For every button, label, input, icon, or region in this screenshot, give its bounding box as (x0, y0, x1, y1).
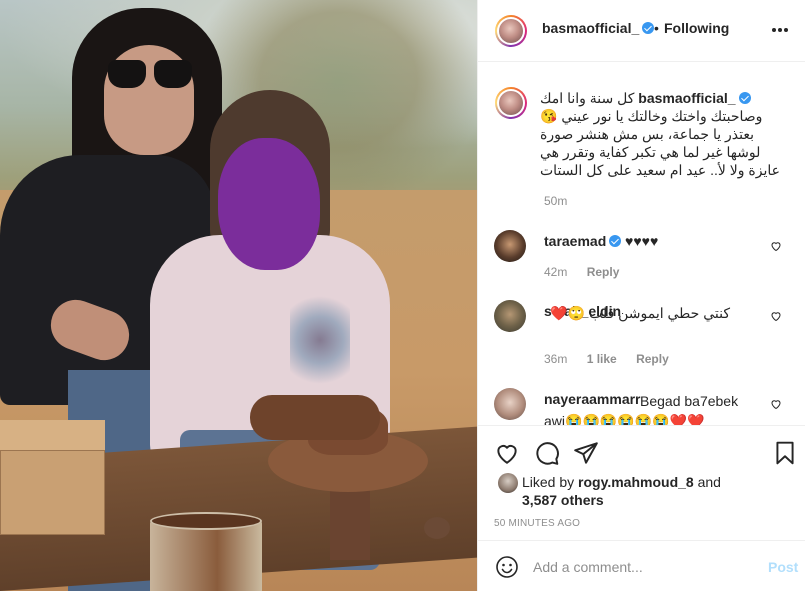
liker-avatar[interactable] (498, 473, 518, 493)
post-header: basmaofficial_ • Following (478, 0, 805, 62)
comment-like-heart-icon[interactable] (770, 310, 782, 322)
comment-username[interactable]: taraemad (544, 233, 622, 249)
comment-time: 42m (544, 265, 568, 279)
comment-likes-count[interactable]: 1 like (587, 352, 617, 366)
verified-badge-icon (642, 22, 655, 34)
likes-others-count[interactable]: 3,587 others (522, 492, 604, 508)
photo-clay-lump (424, 517, 450, 539)
comment-text: ♥♥♥♥ (625, 233, 659, 249)
comment-meta: 36m 1 like Reply (544, 352, 669, 366)
comment-text: كنتي حطي ايموشن قلب 🙄❤️ (550, 305, 730, 321)
save-bookmark-icon[interactable] (772, 440, 798, 466)
following-button[interactable]: Following (664, 20, 729, 36)
comment-bubble-icon[interactable] (534, 440, 560, 466)
photo-wheel-stem (330, 480, 370, 560)
comments-section[interactable]: basmaofficial_ كل سنة وانا امك وصاحبتك و… (478, 62, 805, 425)
photo-cardboard-box (0, 450, 105, 535)
post-side-panel: basmaofficial_ • Following basmaofficial… (477, 0, 805, 591)
comment-like-heart-icon[interactable] (770, 398, 782, 410)
post-comment-button[interactable]: Post (768, 559, 798, 575)
comment-avatar[interactable] (494, 300, 526, 332)
like-heart-icon[interactable] (494, 440, 520, 466)
comment-avatar[interactable] (494, 230, 526, 262)
verified-badge-icon (609, 235, 622, 247)
caption-avatar[interactable] (495, 87, 527, 119)
reply-button[interactable]: Reply (636, 352, 669, 366)
caption-text-block: basmaofficial_ كل سنة وانا امك وصاحبتك و… (540, 89, 780, 179)
liked-by-text: Liked by rogy.mahmoud_8 and (522, 474, 721, 490)
comment-time: 36m (544, 352, 568, 366)
comment-text: Begad ba7ebek awi😭😭😭😭😭😭❤️❤️ (544, 393, 739, 425)
photo-face-censor (218, 138, 320, 270)
reply-button[interactable]: Reply (587, 265, 620, 279)
caption-username[interactable]: basmaofficial_ (638, 90, 751, 106)
header-username[interactable]: basmaofficial_ (542, 20, 655, 36)
caption-timestamp: 50m (544, 194, 568, 208)
comment-meta: 42m Reply (544, 265, 619, 279)
comment-like-heart-icon[interactable] (770, 240, 782, 252)
header-avatar[interactable] (495, 15, 527, 47)
photo-hands (250, 395, 380, 440)
photo-bucket-rim (150, 512, 262, 530)
post-timestamp[interactable]: 50 MINUTES AGO (494, 518, 580, 529)
post-photo[interactable] (0, 0, 477, 591)
photo-child-shirt-print (290, 290, 350, 390)
add-comment-bar: Post (478, 540, 805, 591)
comment-avatar[interactable] (494, 388, 526, 420)
more-options-icon[interactable] (770, 22, 790, 38)
photo-sunglasses (108, 60, 192, 90)
comment-input[interactable] (533, 555, 753, 579)
emoji-smiley-icon[interactable] (495, 555, 519, 579)
liked-by-username[interactable]: rogy.mahmoud_8 (578, 474, 694, 490)
share-paper-plane-icon[interactable] (573, 440, 599, 466)
header-separator: • (654, 20, 659, 36)
verified-badge-icon (738, 92, 751, 104)
